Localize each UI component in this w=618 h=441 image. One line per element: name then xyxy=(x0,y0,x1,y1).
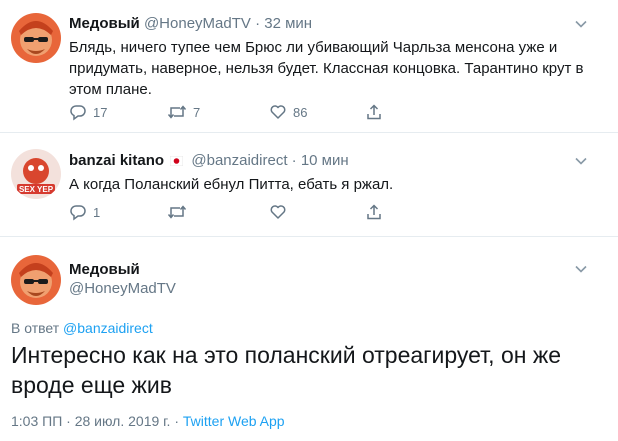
chevron-down-icon[interactable] xyxy=(574,17,588,31)
tweet-text-line: Блядь, ничего тупее чем Брюс ли убивающи… xyxy=(69,39,558,56)
tweet-2[interactable]: SEX YEP banzai kitano @banzaidirect · 10… xyxy=(0,133,618,235)
avatar-badge-text: SEX YEP xyxy=(19,185,54,194)
tweet-actions: 1 xyxy=(69,202,389,222)
tweet-text-line: вроде еще жив xyxy=(11,372,172,398)
tweet-text: Интересно как на это поланский отреагиру… xyxy=(11,340,601,400)
author-name[interactable]: Медовый xyxy=(69,261,140,278)
reply-icon xyxy=(70,105,86,121)
tweet-1[interactable]: Медовый @HoneyMadTV · 32 мин Блядь, ниче… xyxy=(0,0,618,130)
reply-count: 17 xyxy=(93,104,108,120)
heart-icon xyxy=(270,105,286,119)
avatar[interactable] xyxy=(11,255,61,305)
author-name[interactable]: Медовый xyxy=(69,15,140,32)
tweet-time[interactable]: 32 мин xyxy=(264,15,312,32)
author-name[interactable]: banzai kitano xyxy=(69,152,164,169)
reply-count: 1 xyxy=(93,204,101,220)
tweet-text-line: Интересно как на это поланский отреагиру… xyxy=(11,342,562,368)
reply-icon xyxy=(70,205,86,221)
share-button[interactable] xyxy=(365,102,383,122)
tweet-timestamp[interactable]: 1:03 ПП · 28 июл. 2019 г. · xyxy=(11,413,183,429)
retweet-icon xyxy=(167,205,187,219)
separator-dot: · xyxy=(255,15,261,32)
share-button[interactable] xyxy=(365,202,383,222)
reply-button[interactable]: 1 xyxy=(69,202,100,222)
author-handle[interactable]: @HoneyMadTV xyxy=(69,280,176,297)
share-icon xyxy=(367,104,381,120)
tweet-text-line: этом плане. xyxy=(69,81,152,98)
tweet-3-focused: Медовый @HoneyMadTV В ответ @banzaidirec… xyxy=(0,237,618,441)
reply-context: В ответ @banzaidirect xyxy=(11,320,153,336)
avatar[interactable] xyxy=(11,13,61,63)
tweet-header: Медовый @HoneyMadTV · 32 мин xyxy=(69,15,312,32)
share-icon xyxy=(367,204,381,220)
reply-prefix: В ответ xyxy=(11,320,60,336)
tweet-text-line: придумать, наверное, нельзя будет. Класс… xyxy=(69,60,584,77)
heart-icon xyxy=(270,205,286,219)
tweet-text: А когда Поланский ебнул Питта, ебать я р… xyxy=(69,176,394,193)
japan-flag-icon xyxy=(170,156,184,166)
author-handle[interactable]: @banzaidirect xyxy=(191,152,287,169)
tweet-text: Блядь, ничего тупее чем Брюс ли убивающи… xyxy=(69,37,589,100)
like-count: 86 xyxy=(293,104,308,120)
like-button[interactable] xyxy=(269,202,287,222)
chevron-down-icon[interactable] xyxy=(574,154,588,168)
reply-button[interactable]: 17 xyxy=(69,102,107,122)
retweet-count: 7 xyxy=(193,104,201,120)
tweet-header: banzai kitano @banzaidirect · 10 мин xyxy=(69,152,349,169)
separator-dot: · xyxy=(291,152,297,169)
tweet-time[interactable]: 10 мин xyxy=(301,152,349,169)
like-button[interactable]: 86 xyxy=(269,102,307,122)
tweet-actions: 17 7 86 xyxy=(69,102,389,122)
source-link[interactable]: Twitter Web App xyxy=(183,413,285,429)
tweet-meta: 1:03 ПП · 28 июл. 2019 г. · Twitter Web … xyxy=(11,413,285,429)
retweet-button[interactable]: 7 xyxy=(167,102,200,122)
reply-to-link[interactable]: @banzaidirect xyxy=(63,320,153,336)
retweet-icon xyxy=(167,105,187,119)
chevron-down-icon[interactable] xyxy=(574,262,588,276)
retweet-button[interactable] xyxy=(167,202,187,222)
avatar[interactable]: SEX YEP xyxy=(11,149,61,199)
author-handle[interactable]: @HoneyMadTV xyxy=(144,15,251,32)
